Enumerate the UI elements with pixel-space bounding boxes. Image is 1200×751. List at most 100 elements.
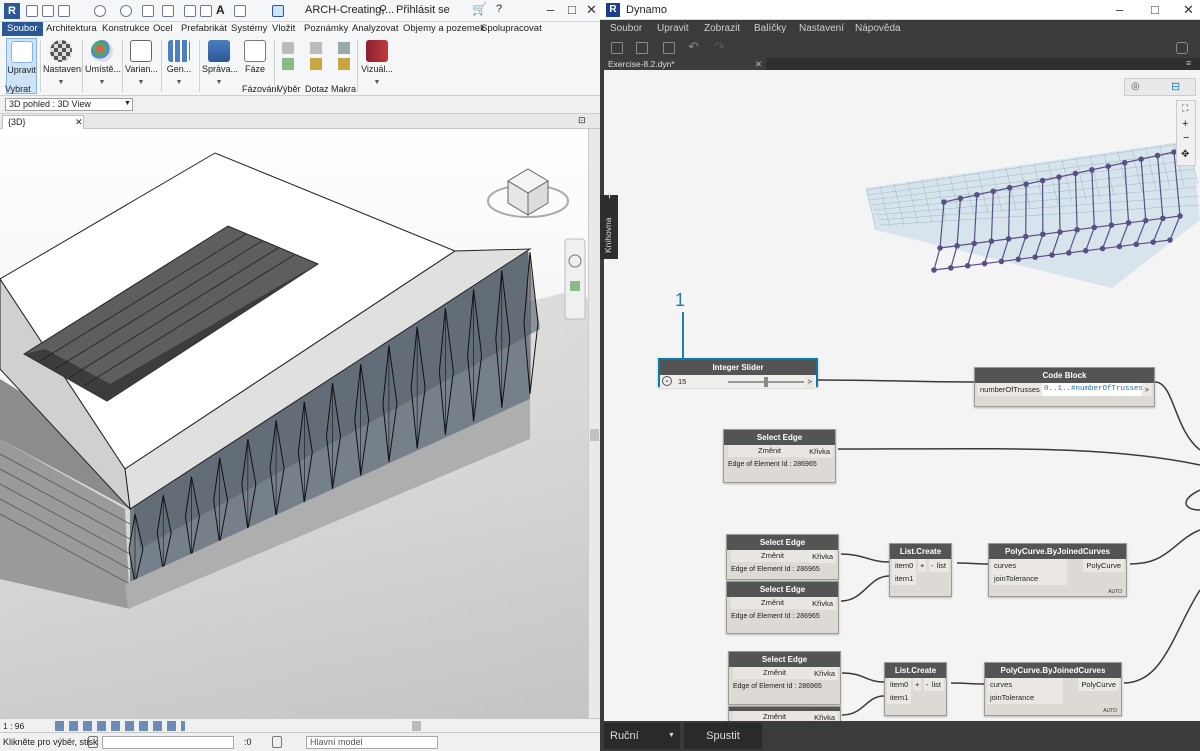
output-port[interactable]: list	[933, 559, 949, 572]
select-edge-node[interactable]: Select Edge Změnit Křivka Edge of Elemen…	[723, 429, 836, 483]
menu-upravit[interactable]: Upravit	[657, 23, 689, 34]
tabs-menu-icon[interactable]: ≡	[1186, 58, 1191, 68]
close-tab-icon[interactable]: ✕	[75, 116, 83, 128]
tab-architektura[interactable]: Architektura	[46, 23, 97, 34]
tab-systemy[interactable]: Systémy	[231, 23, 267, 34]
tab-spolupracovat[interactable]: Spolupracovat	[481, 23, 542, 34]
print-icon[interactable]	[142, 5, 154, 17]
dimension-icon[interactable]	[184, 5, 196, 17]
tab-poznamky[interactable]: Poznámky	[304, 23, 348, 34]
input-port[interactable]: item1	[892, 572, 917, 585]
revit-logo-icon[interactable]: R	[4, 3, 20, 19]
tab-objemy[interactable]: Objemy a pozemek	[403, 23, 485, 34]
macro-manager-icon[interactable]	[338, 42, 350, 54]
close-button[interactable]: ✕	[586, 2, 597, 18]
measure-icon[interactable]	[162, 5, 174, 17]
view-control-icons[interactable]	[55, 721, 185, 731]
menu-balicky[interactable]: Balíčky	[754, 23, 786, 34]
input-port[interactable]: item0	[887, 678, 912, 691]
input-port[interactable]: curves	[987, 678, 1063, 691]
save-file-icon[interactable]	[663, 42, 675, 54]
viewport-scrollbar[interactable]	[588, 129, 600, 718]
save-icon[interactable]	[42, 5, 54, 17]
3d-viewport[interactable]	[0, 129, 588, 718]
graph-canvas[interactable]: ◎ ⊟ ⛶ + − ✥ 1 Integer Slider ⌄ 15 > Code…	[604, 70, 1200, 721]
slider-thumb[interactable]	[764, 377, 768, 387]
manage-button[interactable]: Správa... ▼	[202, 38, 238, 94]
maximize-button[interactable]: □	[568, 2, 576, 17]
tab-analyzovat[interactable]: Analyzovat	[352, 23, 398, 34]
tab-exercise-file[interactable]: Exercise-8.2.dyn* ✕	[600, 58, 766, 70]
input-port[interactable]: joinTolerance	[991, 572, 1067, 585]
tab-ocel[interactable]: Ocel	[153, 23, 173, 34]
redo-icon[interactable]: ↷	[714, 39, 725, 55]
run-mode-select[interactable]: Ruční ▼	[604, 723, 680, 749]
macro-security-icon[interactable]	[338, 58, 350, 70]
tag-icon[interactable]	[200, 5, 212, 17]
filter-small-icon[interactable]	[282, 58, 294, 70]
select-small-icon[interactable]	[282, 42, 294, 54]
polycurve-node[interactable]: PolyCurve.ByJoinedCurves curves PolyCurv…	[984, 662, 1122, 716]
open-icon[interactable]	[26, 5, 38, 17]
text-tool-icon[interactable]: A	[216, 3, 225, 17]
input-port[interactable]: curves	[991, 559, 1067, 572]
new-file-icon[interactable]	[611, 42, 623, 54]
input-port[interactable]: numberOfTrusses	[977, 383, 1043, 396]
select-group-label[interactable]: Vybrat	[5, 84, 31, 94]
horizontal-scroll-thumb[interactable]	[412, 721, 421, 731]
generate-button[interactable]: Gen... ▼	[164, 38, 194, 94]
search-binoculars-icon[interactable]: ⚲	[379, 3, 387, 16]
change-button[interactable]: Změnit	[733, 667, 816, 679]
minimize-button[interactable]: –	[547, 2, 554, 17]
redo-icon[interactable]	[120, 5, 132, 17]
menu-zobrazit[interactable]: Zobrazit	[704, 23, 740, 34]
output-port[interactable]: Křivka	[811, 667, 838, 680]
settings-button[interactable]: Nastavení ▼	[43, 38, 84, 94]
select-edge-node[interactable]: Select Edge Změnit Křivka Edge of Elemen…	[726, 534, 839, 580]
select-edge-node[interactable]: Select Edge Změnit Křivka Edge of Elemen…	[726, 581, 839, 634]
code-block-node[interactable]: Code Block numberOfTrusses 0..1..#number…	[974, 367, 1155, 407]
login-link[interactable]: Přihlásit se	[396, 4, 450, 16]
tab-3d-view[interactable]: {3D} ✕	[2, 115, 84, 129]
tab-soubor[interactable]: Soubor	[2, 22, 43, 36]
polycurve-node[interactable]: PolyCurve.ByJoinedCurves curves PolyCurv…	[988, 543, 1127, 597]
close-button[interactable]: ✕	[1183, 2, 1194, 18]
sync-icon[interactable]	[58, 5, 70, 17]
output-port[interactable]: Křivka	[811, 711, 838, 721]
output-port[interactable]: list	[928, 678, 944, 691]
output-port[interactable]: Křivka	[809, 597, 836, 610]
change-button[interactable]: Změnit	[731, 550, 814, 562]
visual-programming-button[interactable]: Vizuál... ▼	[360, 38, 394, 94]
menu-napoveda[interactable]: Nápověda	[855, 23, 901, 34]
output-port[interactable]: PolyCurve	[1078, 678, 1119, 691]
output-port[interactable]: Křivka	[806, 445, 833, 458]
output-port[interactable]: Křivka	[809, 550, 836, 563]
run-button[interactable]: Spustit	[684, 723, 762, 749]
add-input-button[interactable]: +	[913, 678, 922, 691]
output-port[interactable]: PolyCurve	[1083, 559, 1124, 572]
integer-slider-node[interactable]: Integer Slider ⌄ 15 >	[658, 358, 818, 388]
navigation-bar[interactable]	[564, 238, 586, 320]
workset-field[interactable]	[102, 736, 234, 749]
open-file-icon[interactable]	[636, 42, 648, 54]
cart-icon[interactable]: 🛒	[472, 2, 487, 16]
maximize-button[interactable]: □	[1151, 2, 1159, 17]
output-port[interactable]: >	[805, 375, 814, 388]
variants-button[interactable]: Varian... ▼	[125, 38, 158, 94]
change-button[interactable]: Změnit	[731, 597, 814, 609]
undo-icon[interactable]	[94, 5, 106, 17]
list-create-node[interactable]: List.Create item0 + - list item1	[889, 543, 952, 597]
switch-windows-icon[interactable]	[272, 5, 284, 17]
query-small-icon[interactable]	[310, 42, 322, 54]
change-button[interactable]: Změnit	[733, 711, 816, 721]
select-edge-node[interactable]: Změnit Křivka	[728, 706, 841, 721]
query-ids-icon[interactable]	[310, 58, 322, 70]
add-input-button[interactable]: +	[918, 559, 927, 572]
undo-icon[interactable]: ↶	[688, 39, 699, 55]
help-icon[interactable]: ?	[496, 3, 502, 15]
model-select[interactable]: Hlavní model	[306, 736, 438, 749]
tab-vlozit[interactable]: Vložit	[272, 23, 295, 34]
expand-chevron-icon[interactable]: ⌄	[662, 376, 672, 386]
input-port[interactable]: item1	[887, 691, 912, 704]
view-scale[interactable]: 1 : 96	[3, 721, 24, 731]
